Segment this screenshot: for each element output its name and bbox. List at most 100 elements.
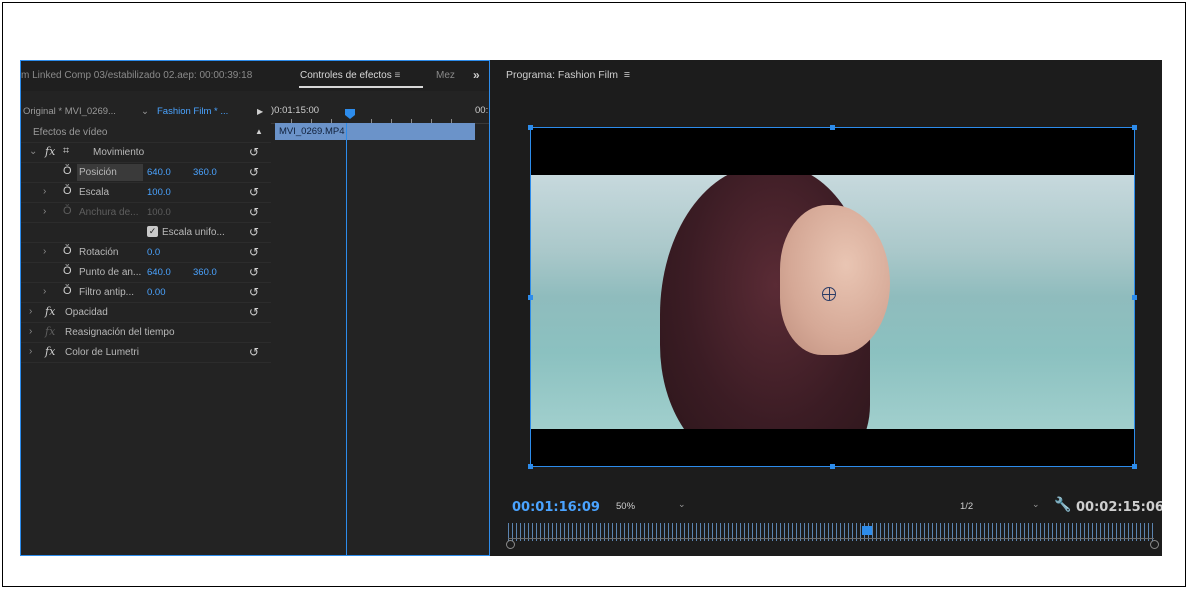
program-monitor-title[interactable]: Programa: Fashion Film ≡ bbox=[506, 69, 630, 81]
param-value-filtro[interactable]: 0.00 bbox=[147, 287, 166, 298]
stopwatch-icon[interactable]: Ŏ bbox=[63, 165, 72, 177]
chevron-right-icon[interactable]: › bbox=[43, 206, 46, 217]
param-label-posicion: Posición bbox=[79, 167, 117, 178]
effect-label-movimiento: Movimiento bbox=[93, 147, 145, 158]
reset-icon[interactable]: ↺ bbox=[249, 245, 259, 259]
panel-menu-icon[interactable]: ≡ bbox=[624, 69, 630, 81]
transform-handle[interactable] bbox=[830, 464, 835, 469]
transform-handle[interactable] bbox=[1132, 125, 1137, 130]
stopwatch-icon[interactable]: Ŏ bbox=[63, 285, 72, 297]
effect-row-reasignacion[interactable]: › fx Reasignación del tiempo bbox=[21, 323, 271, 343]
more-panels-icon[interactable]: » bbox=[473, 68, 480, 82]
zoom-handle-right[interactable] bbox=[1150, 540, 1159, 549]
premiere-workspace: m Linked Comp 03/estabilizado 02.aep: 00… bbox=[20, 60, 1162, 556]
chevron-down-icon[interactable]: ⌄ bbox=[29, 146, 37, 157]
mini-timeline-ruler[interactable]: )0:01:15:00 00: bbox=[271, 101, 489, 124]
sequence-clip-label[interactable]: Fashion Film * ... bbox=[157, 106, 228, 117]
resolution-select[interactable]: 1/2 bbox=[960, 501, 973, 512]
param-row-escala: › Ŏ Escala 100.0 ↺ bbox=[21, 183, 271, 203]
reset-icon[interactable]: ↺ bbox=[249, 165, 259, 179]
transform-handle[interactable] bbox=[1132, 295, 1137, 300]
effect-row-movimiento[interactable]: ⌄ fx ⌗ Movimiento ↺ bbox=[21, 143, 271, 163]
transform-handle[interactable] bbox=[528, 295, 533, 300]
tab-effect-controls[interactable]: Controles de efectos ≡ bbox=[300, 70, 400, 81]
param-value-rotacion[interactable]: 0.0 bbox=[147, 247, 160, 258]
program-monitor-panel: Programa: Fashion Film ≡ 00:01:16:09 50%… bbox=[492, 60, 1162, 556]
timeline-clip[interactable]: MVI_0269.MP4 bbox=[275, 123, 475, 140]
param-label-anchura: Anchura de... bbox=[79, 207, 139, 218]
play-only-icon[interactable]: ▶ bbox=[257, 107, 263, 116]
param-value-punto-y[interactable]: 360.0 bbox=[193, 267, 217, 278]
fx-icon[interactable]: fx bbox=[45, 345, 55, 358]
reset-icon[interactable]: ↺ bbox=[249, 205, 259, 219]
zoom-handle-left[interactable] bbox=[506, 540, 515, 549]
tab-effect-controls-label: Controles de efectos bbox=[300, 70, 392, 81]
program-title-label: Programa: Fashion Film bbox=[506, 69, 619, 81]
param-value-posicion-y[interactable]: 360.0 bbox=[193, 167, 217, 178]
chevron-right-icon[interactable]: › bbox=[43, 186, 46, 197]
reset-icon[interactable]: ↺ bbox=[249, 345, 259, 359]
chevron-right-icon[interactable]: › bbox=[43, 246, 46, 257]
reset-icon[interactable]: ↺ bbox=[249, 185, 259, 199]
active-tab-underline bbox=[299, 86, 423, 88]
stopwatch-icon[interactable]: Ŏ bbox=[63, 245, 72, 257]
chevron-right-icon[interactable]: › bbox=[43, 286, 46, 297]
playhead-line bbox=[346, 123, 347, 556]
sequence-duration: 00:02:15:06 bbox=[1076, 500, 1162, 515]
transform-handle[interactable] bbox=[830, 125, 835, 130]
effect-label-reasignacion: Reasignación del tiempo bbox=[65, 327, 175, 338]
param-value-posicion-x[interactable]: 640.0 bbox=[147, 167, 171, 178]
anchor-point-icon[interactable] bbox=[822, 287, 836, 301]
param-row-posicion: Ŏ Posición 640.0 360.0 ↺ bbox=[21, 163, 271, 183]
tab-mezcla[interactable]: Mez bbox=[436, 70, 455, 81]
param-value-punto-x[interactable]: 640.0 bbox=[147, 267, 171, 278]
stopwatch-icon[interactable]: Ŏ bbox=[63, 265, 72, 277]
zoom-select[interactable]: 50% bbox=[616, 501, 635, 512]
fx-icon[interactable]: fx bbox=[45, 145, 55, 158]
transform-handle[interactable] bbox=[528, 464, 533, 469]
chevron-down-icon[interactable]: ⌄ bbox=[1032, 499, 1040, 510]
effect-row-lumetri[interactable]: › fx Color de Lumetri ↺ bbox=[21, 343, 271, 363]
transform-icon[interactable]: ⌗ bbox=[63, 145, 69, 158]
chevron-right-icon[interactable]: › bbox=[29, 346, 32, 357]
reset-icon[interactable]: ↺ bbox=[249, 145, 259, 159]
wrench-icon[interactable]: 🔧 bbox=[1054, 496, 1071, 513]
reset-icon[interactable]: ↺ bbox=[249, 265, 259, 279]
reset-icon[interactable]: ↺ bbox=[249, 305, 259, 319]
scrubber-playhead[interactable] bbox=[862, 526, 872, 535]
scrubber-track bbox=[508, 538, 1154, 539]
tab-source[interactable]: m Linked Comp 03/estabilizado 02.aep: 00… bbox=[21, 70, 252, 81]
chevron-down-icon[interactable]: ⌄ bbox=[678, 499, 686, 510]
effect-row-opacidad[interactable]: › fx Opacidad ↺ bbox=[21, 303, 271, 323]
param-value-escala[interactable]: 100.0 bbox=[147, 187, 171, 198]
tab-menu-icon[interactable]: ≡ bbox=[395, 70, 401, 81]
ruler-start-time: )0:01:15:00 bbox=[271, 105, 320, 116]
panel-tab-bar: m Linked Comp 03/estabilizado 02.aep: 00… bbox=[21, 61, 489, 91]
checkbox-escala-uniforme[interactable]: ✓ bbox=[147, 226, 158, 237]
chevron-right-icon[interactable]: › bbox=[29, 326, 32, 337]
reset-icon[interactable]: ↺ bbox=[249, 285, 259, 299]
effect-controls-panel: m Linked Comp 03/estabilizado 02.aep: 00… bbox=[20, 60, 490, 556]
param-value-anchura: 100.0 bbox=[147, 207, 171, 218]
fx-icon[interactable]: fx bbox=[45, 305, 55, 318]
transform-handle[interactable] bbox=[1132, 464, 1137, 469]
collapse-up-icon[interactable]: ▲ bbox=[255, 127, 263, 136]
param-row-filtro: › Ŏ Filtro antip... 0.00 ↺ bbox=[21, 283, 271, 303]
param-row-punto-anclaje: Ŏ Punto de an... 640.0 360.0 ↺ bbox=[21, 263, 271, 283]
effect-label-lumetri: Color de Lumetri bbox=[65, 347, 139, 358]
ruler-end-time: 00: bbox=[475, 105, 489, 116]
reset-icon[interactable]: ↺ bbox=[249, 225, 259, 239]
playhead-handle[interactable] bbox=[345, 109, 355, 119]
stopwatch-icon: Ŏ bbox=[63, 205, 72, 217]
current-timecode[interactable]: 00:01:16:09 bbox=[512, 500, 600, 515]
param-label-rotacion: Rotación bbox=[79, 247, 119, 258]
chevron-down-icon[interactable]: ⌄ bbox=[141, 106, 149, 117]
section-header-label: Efectos de vídeo bbox=[33, 127, 108, 138]
fx-icon[interactable]: fx bbox=[45, 325, 55, 338]
stopwatch-icon[interactable]: Ŏ bbox=[63, 185, 72, 197]
master-clip-label[interactable]: Original * MVI_0269... bbox=[23, 106, 116, 117]
param-row-escala-uniforme: ✓ Escala unifo... ↺ bbox=[21, 223, 271, 243]
transform-handle[interactable] bbox=[528, 125, 533, 130]
section-header-video-effects: Efectos de vídeo ▲ bbox=[21, 123, 271, 143]
chevron-right-icon[interactable]: › bbox=[29, 306, 32, 317]
